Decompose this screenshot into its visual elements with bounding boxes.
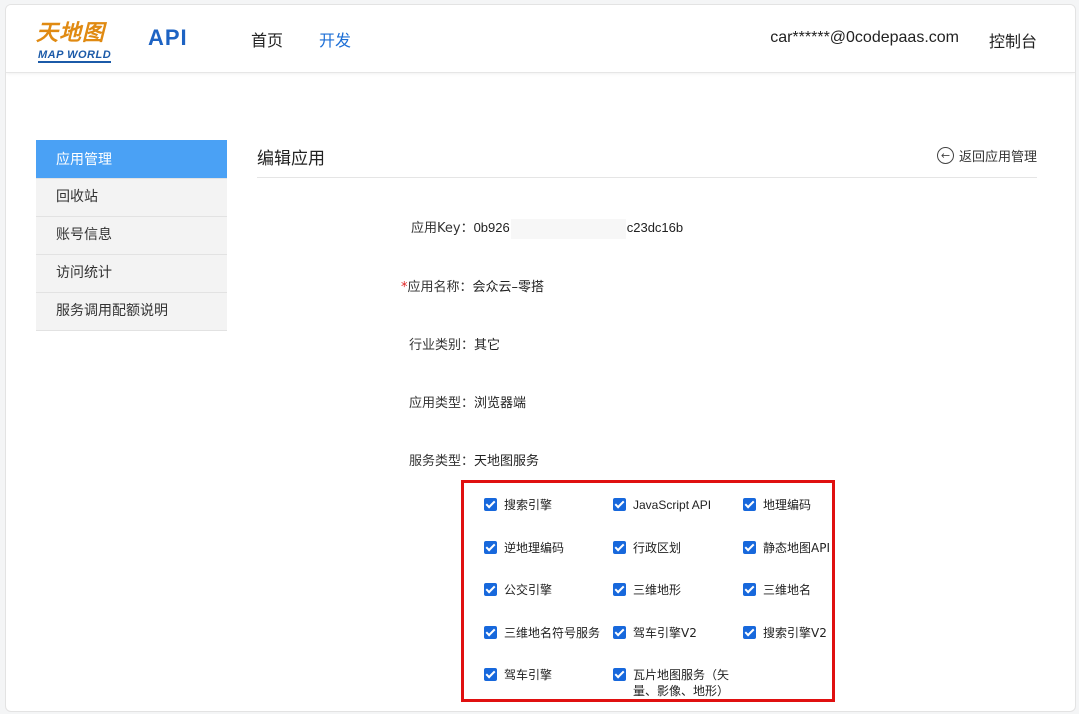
service-label: 瓦片地图服务（矢量、影像、地形） — [633, 668, 730, 698]
checkbox-checked-icon[interactable] — [484, 626, 497, 639]
checkbox-checked-icon[interactable] — [613, 541, 626, 554]
field-service-type: 服务类型：天地图服务 — [409, 450, 539, 469]
app-type-value: 浏览器端 — [474, 396, 527, 411]
service-label: 搜索引擎 — [504, 498, 553, 512]
app-key-suffix: c23dc16b — [626, 220, 684, 235]
logo-english-text: MAP WORLD — [38, 49, 112, 63]
title-divider — [257, 177, 1037, 178]
industry-label: 行业类别： — [409, 338, 475, 353]
app-key-label: 应用Key： — [411, 221, 474, 236]
service-checkbox-3d-place-symbol[interactable]: 三维地名符号服务 — [484, 625, 600, 641]
service-checkbox-driving-engine[interactable]: 驾车引擎 — [484, 667, 552, 683]
service-checkbox-driving-engine-v2[interactable]: 驾车引擎V2 — [613, 625, 697, 641]
checkbox-checked-icon[interactable] — [484, 498, 497, 511]
field-industry: 行业类别：其它 — [409, 334, 500, 353]
service-type-label: 服务类型： — [409, 454, 475, 469]
service-label: 逆地理编码 — [504, 541, 565, 555]
sidebar-item-recycle-bin[interactable]: 回收站 — [36, 179, 227, 217]
service-checkbox-tile-map[interactable]: 瓦片地图服务（矢量、影像、地形） — [613, 667, 738, 699]
nav-develop[interactable]: 开发 — [319, 27, 351, 51]
industry-value: 其它 — [474, 338, 501, 353]
service-label: 搜索引擎V2 — [763, 626, 827, 640]
services-checkbox-group: 搜索引擎 JavaScript API 地理编码 逆地理编码 行政区划 静态地图… — [461, 480, 835, 702]
service-checkbox-static-map-api[interactable]: 静态地图API — [743, 540, 830, 556]
service-label: 公交引擎 — [504, 583, 553, 597]
app-window: 天地图 MAP WORLD API 首页 开发 car******@0codep… — [5, 4, 1076, 712]
field-app-type: 应用类型：浏览器端 — [409, 392, 526, 411]
service-label: 行政区划 — [633, 541, 682, 555]
sidebar-item-app-management[interactable]: 应用管理 — [36, 140, 227, 179]
service-checkbox-geocoding[interactable]: 地理编码 — [743, 497, 811, 513]
checkbox-checked-icon[interactable] — [484, 668, 497, 681]
nav-home[interactable]: 首页 — [251, 27, 283, 51]
checkbox-checked-icon[interactable] — [613, 626, 626, 639]
checkbox-checked-icon[interactable] — [613, 498, 626, 511]
back-arrow-icon: ← — [936, 147, 954, 164]
page-title: 编辑应用 — [257, 149, 325, 169]
service-checkbox-3d-terrain[interactable]: 三维地形 — [613, 582, 681, 598]
back-to-app-management-link[interactable]: ← 返回应用管理 — [936, 146, 1037, 165]
back-link-label: 返回应用管理 — [958, 150, 1037, 165]
app-key-redaction — [510, 218, 626, 239]
user-email[interactable]: car******@0codepaas.com — [770, 29, 959, 47]
service-label: 三维地形 — [633, 583, 682, 597]
service-checkbox-admin-division[interactable]: 行政区划 — [613, 540, 681, 556]
service-checkbox-search-engine-v2[interactable]: 搜索引擎V2 — [743, 625, 827, 641]
app-name-value: 会众云–零搭 — [472, 280, 545, 295]
service-label: 三维地名 — [763, 583, 812, 597]
app-key-prefix: 0b926 — [473, 220, 510, 235]
service-label: 驾车引擎V2 — [633, 626, 697, 640]
checkbox-checked-icon[interactable] — [484, 541, 497, 554]
service-checkbox-reverse-geocoding[interactable]: 逆地理编码 — [484, 540, 564, 556]
sidebar: 应用管理 回收站 账号信息 访问统计 服务调用配额说明 — [36, 140, 227, 331]
checkbox-checked-icon[interactable] — [613, 583, 626, 596]
checkbox-checked-icon[interactable] — [743, 498, 756, 511]
app-name-label: 应用名称： — [407, 280, 473, 295]
sidebar-item-quota-info[interactable]: 服务调用配额说明 — [36, 293, 227, 331]
service-label: 地理编码 — [763, 498, 812, 512]
checkbox-checked-icon[interactable] — [743, 541, 756, 554]
service-label: 驾车引擎 — [504, 668, 553, 682]
service-checkbox-3d-place-names[interactable]: 三维地名 — [743, 582, 811, 598]
service-label: 静态地图API — [763, 541, 830, 555]
checkbox-checked-icon[interactable] — [484, 583, 497, 596]
sidebar-item-access-stats[interactable]: 访问统计 — [36, 255, 227, 293]
logo-api-text: API — [148, 25, 188, 50]
logo-chinese-text: 天地图 — [36, 20, 106, 46]
field-app-name: *应用名称：会众云–零搭 — [401, 276, 544, 295]
sidebar-item-account-info[interactable]: 账号信息 — [36, 217, 227, 255]
app-type-label: 应用类型： — [409, 396, 475, 411]
field-app-key: 应用Key：0b926 c23dc16b — [411, 217, 683, 239]
service-checkbox-javascript-api[interactable]: JavaScript API — [613, 497, 711, 513]
top-header: 天地图 MAP WORLD API 首页 开发 car******@0codep… — [6, 5, 1075, 73]
service-label: 三维地名符号服务 — [504, 626, 601, 640]
service-label: JavaScript API — [633, 498, 712, 512]
service-type-value: 天地图服务 — [474, 454, 540, 469]
service-checkbox-transit-engine[interactable]: 公交引擎 — [484, 582, 552, 598]
checkbox-checked-icon[interactable] — [613, 668, 626, 681]
checkbox-checked-icon[interactable] — [743, 583, 756, 596]
console-link[interactable]: 控制台 — [989, 28, 1037, 52]
service-checkbox-search-engine[interactable]: 搜索引擎 — [484, 497, 552, 513]
tianditu-logo[interactable]: 天地图 MAP WORLD — [36, 15, 136, 67]
checkbox-checked-icon[interactable] — [743, 626, 756, 639]
